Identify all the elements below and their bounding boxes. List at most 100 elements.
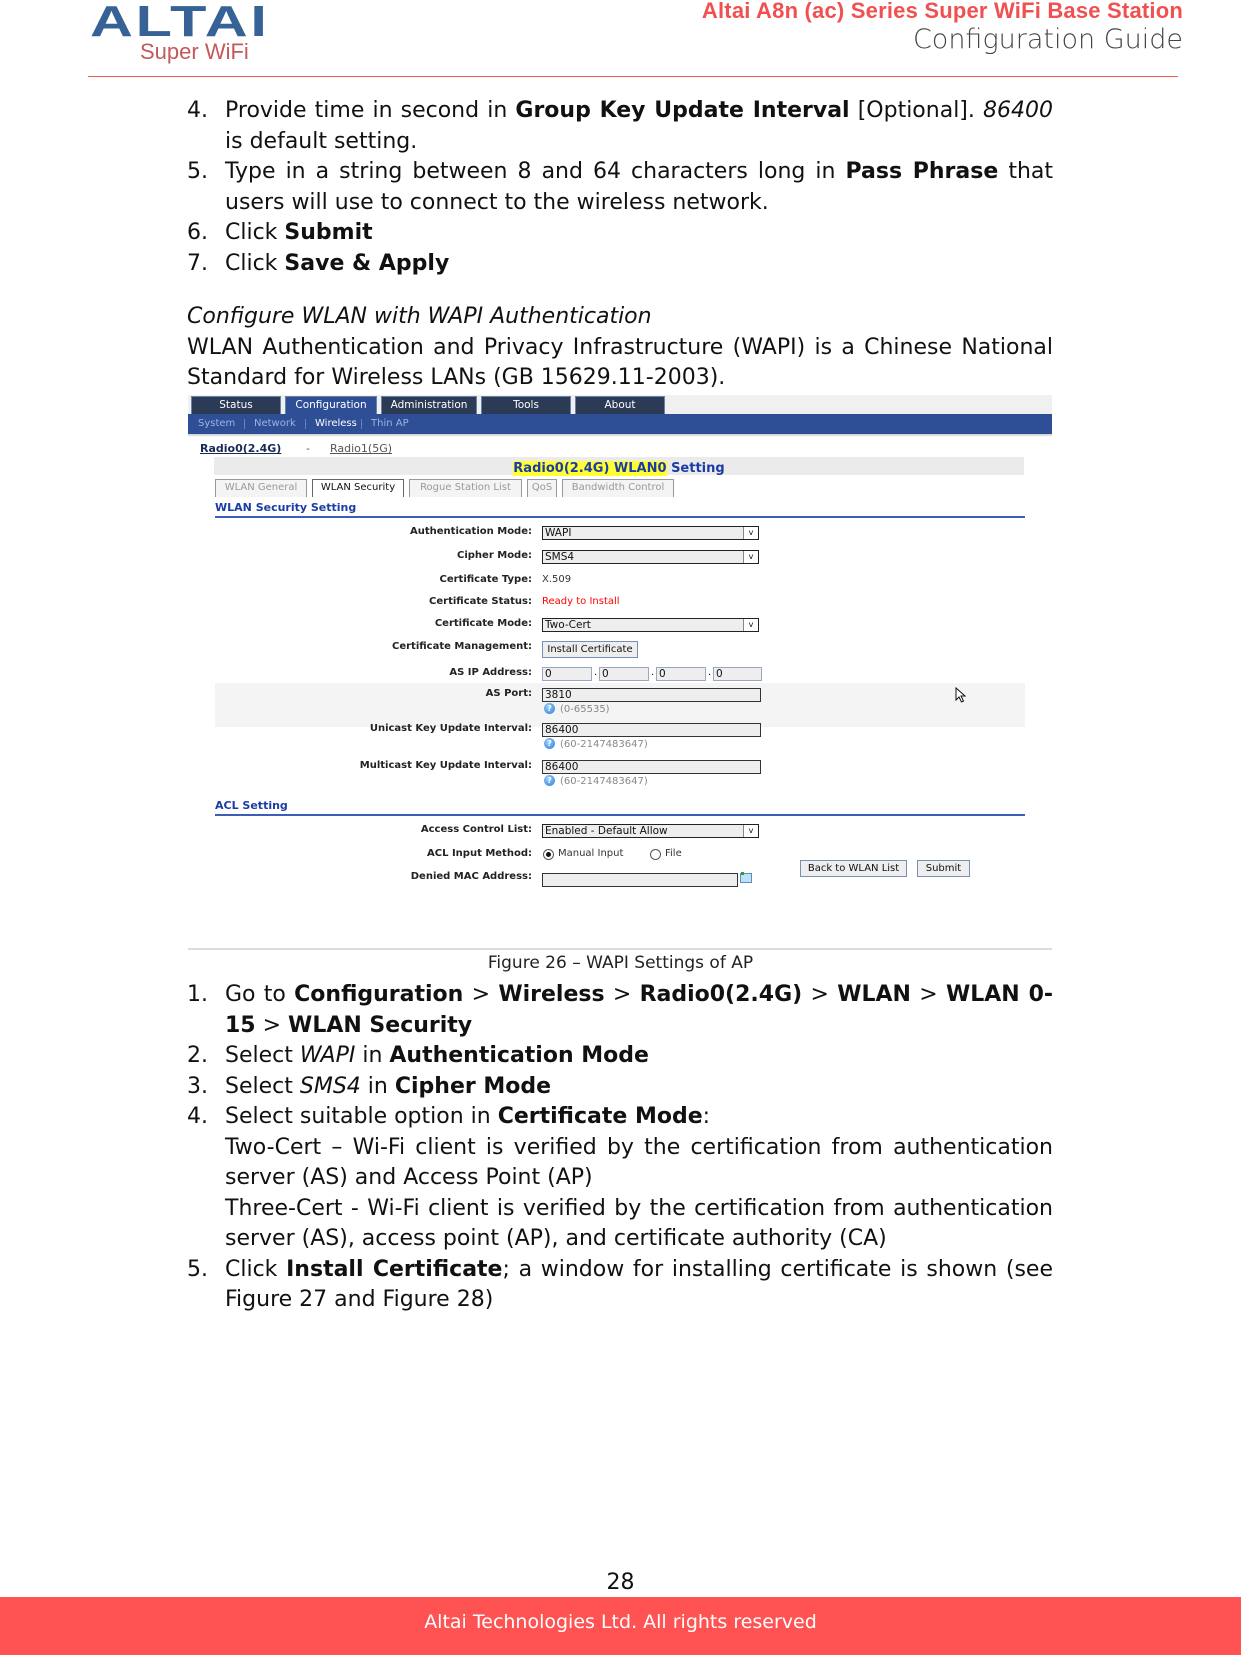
cert-type-value: X.509 (542, 574, 572, 585)
wlan-tab-security[interactable]: WLAN Security (312, 479, 404, 497)
cert-type-label: Certificate Type: (439, 574, 533, 585)
bold-term: WLAN (837, 982, 911, 1007)
italic-term: SMS4 (299, 1073, 361, 1099)
tab-administration[interactable]: Administration (381, 396, 477, 414)
step-text: Select (225, 1073, 300, 1099)
step-text: in (355, 1043, 390, 1068)
help-icon[interactable]: ? (544, 703, 555, 714)
document-title: Altai A8n (ac) Series Super WiFi Base St… (701, 0, 1183, 23)
acl-setting-heading: ACL Setting (215, 799, 288, 812)
subnav-system[interactable]: System (198, 414, 235, 434)
as-port-input[interactable]: 3810 (542, 688, 761, 702)
cert-mode-label: Certificate Mode: (434, 618, 532, 629)
help-icon[interactable]: ? (544, 738, 555, 749)
wlan-tab-qos[interactable]: QoS (527, 479, 557, 497)
bold-term: Authentication Mode (389, 1043, 649, 1068)
auth-mode-label: Authentication Mode: (410, 526, 532, 537)
as-ip-octet-1[interactable]: 0 (542, 667, 592, 681)
step-text: Provide time in second in (225, 98, 516, 123)
bold-term: Wireless (498, 982, 605, 1007)
step-item: 4. Select suitable option in Certificate … (187, 1102, 1053, 1133)
mouse-cursor-icon (955, 687, 967, 703)
multicast-label: Multicast Key Update Interval: (359, 760, 532, 771)
subnav-wireless[interactable]: Wireless (315, 414, 357, 434)
auth-mode-select[interactable]: WAPI v (542, 526, 759, 540)
multicast-key-interval-input[interactable]: 86400 (542, 760, 761, 774)
cipher-mode-select[interactable]: SMS4 v (542, 550, 759, 564)
logo-subtext: Super WiFi (140, 39, 249, 64)
step-number: 1. (187, 982, 208, 1007)
header-divider (88, 76, 1178, 77)
unicast-key-interval-input[interactable]: 86400 (542, 723, 761, 737)
as-ip-octet-4[interactable]: 0 (713, 667, 762, 681)
step-item: 7. Click Save & Apply (187, 249, 1053, 280)
unicast-label: Unicast Key Update Interval: (369, 723, 532, 734)
step-item: 5. Type in a string between 8 and 64 char… (187, 157, 1053, 218)
as-ip-octet-3[interactable]: 0 (656, 667, 706, 681)
access-control-list-select[interactable]: Enabled - Default Allow v (542, 824, 759, 838)
as-port-label: AS Port: (485, 688, 532, 699)
step-number: 6. (187, 220, 208, 245)
step-text: Select (225, 1043, 300, 1068)
section-divider (215, 516, 1025, 518)
tab-status[interactable]: Status (191, 396, 281, 414)
step-item: 5. Click Install Certificate; a window fo… (187, 1255, 1053, 1316)
steps-bottom-list: 1. Go to Configuration > Wireless > Radio… (187, 980, 1053, 1316)
as-port-hint: (0-65535) (560, 704, 610, 715)
altai-logo: ALTAI Super WiFi (90, 0, 325, 68)
page-number: 28 (606, 1570, 635, 1595)
cipher-mode-label: Cipher Mode: (457, 550, 532, 561)
as-ip-octet-2[interactable]: 0 (599, 667, 649, 681)
bold-term: Configuration (294, 982, 464, 1007)
step-text: > (604, 982, 640, 1007)
subnav-network[interactable]: Network (254, 414, 296, 434)
section-intro: WLAN Authentication and Privacy Infrastr… (187, 334, 1053, 391)
install-certificate-button[interactable]: Install Certificate (542, 641, 638, 658)
step-item: 3. Select SMS4 in Cipher Mode (187, 1072, 1053, 1103)
tab-configuration[interactable]: Configuration (285, 396, 377, 414)
radio1-link[interactable]: Radio1(5G) (330, 442, 392, 455)
cert-status-label: Certificate Status: (429, 596, 532, 607)
back-to-wlan-list-button[interactable]: Back to WLAN List (800, 860, 907, 877)
step-text: > (463, 982, 499, 1007)
cert-mgmt-label: Certificate Management: (392, 641, 532, 652)
denied-mac-input[interactable] (542, 873, 738, 887)
wlan-tab-general[interactable]: WLAN General (215, 479, 307, 497)
tab-about[interactable]: About (575, 396, 665, 414)
radio0-link[interactable]: Radio0(2.4G) (200, 442, 281, 455)
step-number: 5. (187, 1256, 208, 1282)
denied-mac-label: Denied MAC Address: (410, 871, 532, 882)
manual-input-radio[interactable] (543, 849, 554, 860)
two-cert-description: Two-Cert – Wi-Fi client is verified by t… (225, 1134, 1053, 1191)
multicast-hint: (60-2147483647) (560, 776, 648, 787)
figure-caption: Figure 26 – WAPI Settings of AP (487, 953, 754, 973)
chevron-down-icon: v (743, 527, 758, 539)
tab-tools[interactable]: Tools (481, 396, 571, 414)
help-icon[interactable]: ? (544, 775, 555, 786)
subnav-thin-ap[interactable]: Thin AP (371, 414, 409, 434)
three-cert-description: Three-Cert - Wi-Fi client is verified by… (225, 1195, 1053, 1252)
file-label: File (665, 848, 682, 859)
cert-mode-select[interactable]: Two-Cert v (542, 618, 759, 632)
chevron-down-icon: v (743, 551, 758, 563)
step-text: Select suitable option in (225, 1104, 498, 1129)
step-text: Click (225, 250, 285, 276)
footer-bar: Altai Technologies Ltd. All rights reser… (0, 1597, 1241, 1655)
ip-dot: . (708, 667, 712, 678)
step-text: : (702, 1104, 711, 1129)
step-text: Type in a string between 8 and 64 charac… (225, 159, 846, 184)
step-text: > (910, 982, 946, 1007)
add-file-icon[interactable] (740, 872, 752, 883)
step-text: > (255, 1012, 289, 1038)
bold-term: Cipher Mode (394, 1073, 552, 1099)
steps-top-list: 4. Provide time in second in Group Key Up… (187, 96, 1053, 279)
section-heading: Configure WLAN with WAPI Authentication (187, 304, 652, 329)
wlan-tab-bandwidth-control[interactable]: Bandwidth Control (562, 479, 674, 497)
file-radio[interactable] (650, 849, 661, 860)
step-item: 6. Click Submit (187, 218, 1053, 249)
submit-button[interactable]: Submit (917, 860, 970, 877)
wapi-section: Configure WLAN with WAPI Authentication … (187, 302, 1053, 394)
wlan-tab-rogue-station-list[interactable]: Rogue Station List (409, 479, 522, 497)
page-title-bar: Radio0(2.4G) WLAN0 Setting (214, 457, 1024, 476)
sub-nav: System Network Wireless Thin AP (188, 414, 1052, 434)
